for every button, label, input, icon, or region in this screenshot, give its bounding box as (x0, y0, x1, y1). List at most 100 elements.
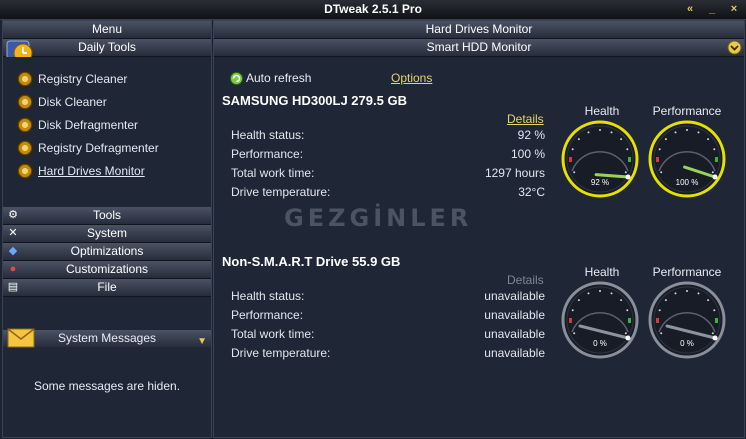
registry-defragmenter-item[interactable]: Registry Defragmenter (17, 140, 159, 156)
auto-refresh-label: Auto refresh (246, 71, 312, 85)
gauge-tick (587, 292, 590, 295)
auto-refresh-toggle[interactable]: Auto refresh (230, 71, 311, 85)
chevron-down-icon[interactable]: ▼ (197, 333, 207, 350)
tool-label: Disk Defragmenter (38, 118, 139, 132)
shield-icon: ◆ (8, 245, 18, 257)
info-row: Health status: unavailable (231, 289, 545, 305)
gauge-tick (697, 292, 700, 295)
tool-label: Registry Defragmenter (38, 141, 159, 155)
info-key: Health status: (231, 128, 305, 142)
sidebar-item-tools[interactable]: ⚙ Tools (3, 207, 211, 225)
registry-cleaner-item[interactable]: Registry Cleaner (17, 71, 127, 87)
info-key: Total work time: (231, 327, 315, 341)
gauge-tick (664, 138, 667, 141)
gauge-tick (711, 332, 714, 335)
info-key: Performance: (231, 308, 304, 322)
file-icon: ▤ (7, 281, 19, 293)
refresh-icon (230, 71, 243, 85)
info-value: unavailable (484, 308, 545, 322)
gauge-tick (571, 148, 574, 151)
wrench-icon: ✕ (8, 227, 18, 239)
info-row: Total work time: 1297 hours (231, 166, 545, 182)
daily-tools-title: Daily Tools (78, 40, 136, 54)
window-title: DTweak 2.5.1 Pro (324, 2, 422, 16)
details-link[interactable]: Details (507, 112, 544, 126)
gauge-min-marker (569, 318, 572, 323)
subpanel-title: Smart HDD Monitor (426, 40, 532, 54)
subpanel-header: Smart HDD Monitor (214, 39, 744, 57)
gauge-label: Health (584, 104, 620, 118)
performance-gauge: 0 % (648, 281, 726, 359)
drive-name: Non-S.M.A.R.T Drive 55.9 GB (222, 254, 401, 269)
envelope-icon (7, 328, 35, 348)
gauge-tick (573, 171, 576, 174)
system-messages-panel: System Messages ▼ Some messages are hide… (3, 328, 211, 437)
gauge-tick (711, 171, 714, 174)
gauge-pivot (625, 335, 631, 341)
gauge-tick (658, 148, 661, 151)
details-link-disabled: Details (507, 273, 544, 287)
gauge-tick (587, 131, 590, 134)
gauge-tick (599, 290, 601, 292)
gauge-min-marker (656, 157, 659, 162)
gauge-tick (624, 171, 627, 174)
paint-icon: ● (9, 263, 17, 275)
gauge-tick (624, 332, 627, 335)
system-messages-header[interactable]: System Messages ▼ (3, 328, 211, 350)
gauge-tick (577, 138, 580, 141)
gauge-max-marker (628, 318, 631, 323)
gauge-min-marker (656, 318, 659, 323)
gauge-tick (713, 309, 716, 312)
info-key: Drive temperature: (231, 185, 331, 199)
gauge-tick (626, 148, 629, 151)
info-value: 100 % (510, 147, 545, 161)
gauge-pivot (625, 174, 631, 180)
tool-label: Registry Cleaner (38, 72, 128, 86)
gauge-tick (626, 309, 629, 312)
tool-label: Hard Drives Monitor (38, 164, 145, 178)
gauge-tick (658, 309, 661, 312)
rollup-button[interactable]: « (683, 3, 697, 16)
sidebar-item-customizations[interactable]: ● Customizations (3, 261, 211, 279)
info-value: unavailable (484, 346, 545, 360)
hard-drives-monitor-item[interactable]: Hard Drives Monitor (17, 163, 145, 179)
title-bar: DTweak 2.5.1 Pro « _ × (0, 0, 746, 20)
gauge-label: Performance (652, 104, 722, 118)
gauge-tick (686, 129, 688, 131)
tool-label: Disk Cleaner (38, 95, 107, 109)
main-title: Hard Drives Monitor (214, 21, 744, 39)
info-row: Performance: unavailable (231, 308, 545, 324)
sidebar-item-system[interactable]: ✕ System (3, 225, 211, 243)
gauge-value: 0 % (680, 339, 694, 348)
gauge-tick (571, 309, 574, 312)
main-panel: Hard Drives Monitor Smart HDD Monitor Au… (213, 20, 745, 438)
daily-tools-header[interactable]: Daily Tools (3, 39, 211, 64)
gauge-tick (610, 131, 613, 134)
gear-icon: ⚙ (8, 209, 18, 221)
gauge-tick (660, 171, 663, 174)
section-label: Optimizations (70, 244, 144, 258)
info-row: Drive temperature: 32°C (231, 185, 545, 201)
gauge-tick (660, 332, 663, 335)
options-link[interactable]: Options (391, 71, 432, 85)
info-key: Drive temperature: (231, 346, 331, 360)
gauge-tick (674, 292, 677, 295)
gauge-tick (707, 299, 710, 302)
disk-cleaner-item[interactable]: Disk Cleaner (17, 94, 107, 110)
close-button[interactable]: × (727, 3, 741, 16)
gauge-tick (577, 299, 580, 302)
registry-icon (17, 140, 33, 156)
collapse-icon[interactable] (727, 40, 742, 55)
info-key: Health status: (231, 289, 305, 303)
disk-defragmenter-item[interactable]: Disk Defragmenter (17, 117, 138, 133)
gauge-label: Performance (652, 265, 722, 279)
sidebar-item-optimizations[interactable]: ◆ Optimizations (3, 243, 211, 261)
section-label: Customizations (65, 262, 149, 276)
gauge-tick (713, 148, 716, 151)
drive-name: SAMSUNG HD300LJ 279.5 GB (222, 93, 407, 108)
gauge-pivot (712, 335, 718, 341)
sidebar-item-file[interactable]: ▤ File (3, 279, 211, 297)
performance-gauge: 100 % (648, 120, 726, 198)
minimize-button[interactable]: _ (705, 3, 719, 16)
info-value: 32°C (518, 185, 545, 199)
